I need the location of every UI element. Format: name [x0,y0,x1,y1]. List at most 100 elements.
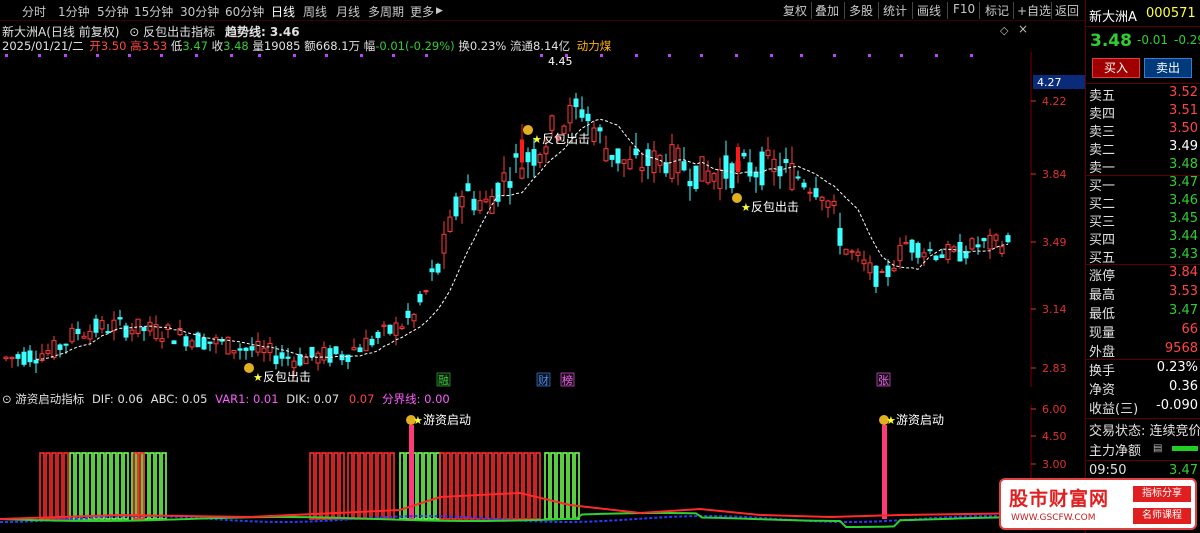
sub-bar [69,452,75,520]
float-label: 流通 [510,39,534,53]
btn-add-watch[interactable]: +自选 [1017,2,1051,19]
stats-row[interactable]: 现量 66 [1089,322,1198,341]
stats-row[interactable]: 涨停 3.84 [1089,265,1198,284]
candle-body [597,127,603,132]
sector-tag[interactable]: 动力煤 [577,39,612,53]
event-marker-label[interactable]: 榜 [562,373,573,387]
btn-f10[interactable]: F10 [953,2,975,16]
asks-row[interactable]: 卖四 3.51 [1089,103,1198,122]
asks-value: 3.51 [1169,103,1198,118]
asks-row[interactable]: 卖五 3.52 [1089,85,1198,104]
low-label: 低 [170,39,183,53]
btn-overlay[interactable]: 叠加 [815,2,839,19]
stats-row[interactable]: 外盘 9568 [1089,341,1198,360]
candle-body [267,342,273,354]
sub-indicator-chart[interactable]: 6.004.503.00 ★ 游资启动 ★ 游资启动 [0,405,1085,531]
bids-row[interactable]: 买二 3.46 [1089,193,1198,212]
sub-bar [315,452,321,520]
candle-body [639,167,645,172]
period-more[interactable]: 更多 [410,3,434,20]
bids-row[interactable]: 买四 3.44 [1089,229,1198,248]
sub-indicator-title[interactable]: 游资启动指标 [15,392,84,406]
var1-value: VAR1: 0.01 [215,392,279,406]
period-60min[interactable]: 60分钟 [225,3,264,20]
sub-bar [333,452,339,520]
stats2-row[interactable]: 收益(三) -0.090 [1089,398,1198,417]
panel-divider [1086,26,1200,27]
asks-row[interactable]: 卖二 3.49 [1089,139,1198,158]
buy-button[interactable]: 买入 [1092,58,1140,78]
dot-marker [5,54,8,57]
period-5min[interactable]: 5分钟 [97,3,129,20]
close-icon[interactable]: × [1018,22,1028,36]
extra-value: 0.07 [348,392,375,406]
dot-marker [230,54,233,57]
candle-body [453,196,459,217]
candle-body [663,162,669,174]
period-weekly[interactable]: 周线 [303,3,327,20]
volume-value: 19085 [263,39,301,53]
btn-draw[interactable]: 画线 [917,2,941,19]
bids-row[interactable]: 买一 3.47 [1089,175,1198,194]
bids-row[interactable]: 买三 3.45 [1089,211,1198,230]
candle-body [339,354,345,361]
candle-body [99,320,105,330]
period-monthly[interactable]: 月线 [336,3,360,20]
price-tick-label: 2.83 [1042,362,1067,375]
candle-body [315,352,321,364]
sub-bar [529,452,535,520]
sub-bar [505,452,511,520]
candle-body [159,338,165,342]
candle-body [819,196,825,201]
event-marker-label[interactable]: 张 [878,374,889,387]
collapse-icon[interactable]: ◇ [1000,24,1008,37]
candle-body [621,159,627,164]
period-fenshi[interactable]: 分时 [22,3,46,20]
candle-body [915,242,921,258]
candle-body [171,340,177,345]
watermark-badge-course: 名师课程 [1133,508,1191,524]
btn-fuquan[interactable]: 复权 [783,2,807,19]
candlestick-chart[interactable]: 4.223.843.493.142.83 4.27 4.45 ★ 反包出击★ 反包出… [0,52,1085,387]
period-15min[interactable]: 15分钟 [134,3,173,20]
sub-bar [327,452,333,520]
sub-bar [117,452,123,520]
indicator-toggle-icon[interactable]: ⊙ [129,25,139,39]
event-marker-label[interactable]: 财 [538,373,549,387]
sub-toggle-icon[interactable]: ⊙ [2,392,12,406]
candle-body [21,351,27,365]
candle-body [981,238,987,242]
candle-body [117,317,123,320]
main-flow-row[interactable]: 主力净额 ▤ [1089,440,1198,459]
asks-row[interactable]: 卖三 3.50 [1089,121,1198,140]
asks-row[interactable]: 卖一 3.48 [1089,157,1198,176]
candle-body [423,290,429,293]
stats2-row[interactable]: 换手 0.23% [1089,360,1198,379]
sell-button[interactable]: 卖出 [1144,58,1192,78]
indicator-name[interactable]: 反包出击指标 [143,25,215,39]
sub-bar [99,452,105,520]
candle-body [921,252,927,258]
stats2-label: 收益(三) [1089,402,1139,417]
btn-back[interactable]: 返回 [1055,2,1079,19]
candle-body [513,153,519,158]
more-arrow-icon[interactable]: ▶ [436,6,443,16]
period-1min[interactable]: 1分钟 [58,3,90,20]
event-marker-label[interactable]: 融 [438,374,449,387]
btn-mark[interactable]: 标记 [985,2,1009,19]
stats-row[interactable]: 最高 3.53 [1089,284,1198,303]
flow-list-icon[interactable]: ▤ [1153,443,1162,454]
stats-row[interactable]: 最低 3.47 [1089,303,1198,322]
bids-row[interactable]: 买五 3.43 [1089,247,1198,266]
period-multi[interactable]: 多周期 [368,3,404,20]
btn-stats[interactable]: 统计 [883,2,907,19]
dot-marker [38,54,41,57]
candle-body [321,347,327,361]
star-icon: ★ [253,371,263,384]
period-30min[interactable]: 30分钟 [180,3,219,20]
candle-body [447,216,453,232]
stats-value: 66 [1181,322,1198,337]
stats2-row[interactable]: 净资 0.36 [1089,379,1198,398]
period-daily[interactable]: 日线 [271,3,295,20]
btn-multi-stock[interactable]: 多股 [849,2,873,19]
